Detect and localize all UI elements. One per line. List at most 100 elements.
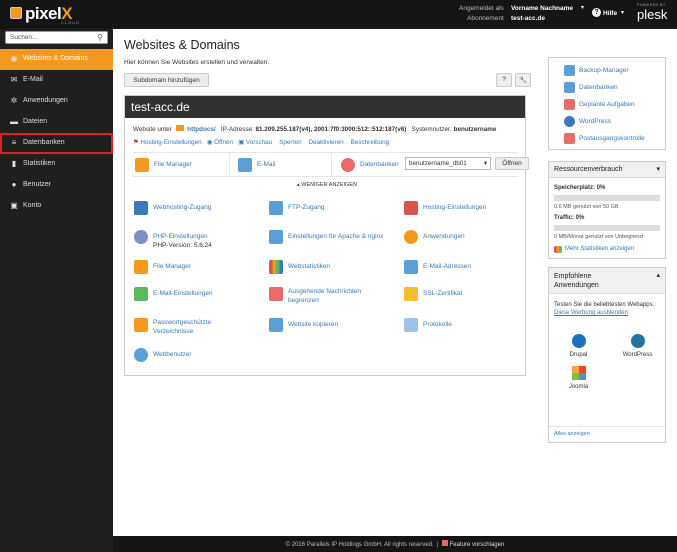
sidebar-item-files[interactable]: ▬ Dateien: [0, 112, 113, 133]
show-all-apps-link[interactable]: Alles anzeigen: [554, 431, 590, 437]
folder-icon: [135, 158, 149, 172]
app-wordpress[interactable]: WordPress: [620, 334, 655, 358]
open-database-button[interactable]: Öffnen: [495, 157, 529, 170]
sidebar-item-label: Websites & Domains: [23, 55, 88, 62]
sysuser-value: benutzername: [453, 126, 497, 133]
sidebar-item-label: Benutzer: [23, 181, 52, 188]
account-icon: ▣: [10, 201, 18, 210]
show-less-label: WENIGER ANZEIGEN: [301, 182, 357, 188]
tool-label: Anwendungen: [423, 233, 465, 240]
globe-icon: ◉: [10, 54, 18, 63]
description-link[interactable]: Beschreibung: [351, 139, 390, 146]
link-scheduled-tasks[interactable]: Geplante Aufgaben: [564, 99, 635, 110]
pixelx-logo[interactable]: pixelX CLOUD: [10, 3, 90, 27]
sidebar-item-email[interactable]: ✉ E-Mail: [0, 70, 113, 91]
apps-description: Testen Sie die beliebtesten Webapps. Die…: [554, 301, 660, 317]
link-outgoing-control[interactable]: Postausgangskontrolle: [564, 133, 645, 144]
help-icon[interactable]: ?: [592, 8, 601, 17]
php-icon: [134, 230, 148, 244]
traffic-label: Traffic: 0%: [554, 215, 585, 221]
sidebar-item-applications[interactable]: ✲ Anwendungen: [0, 91, 113, 112]
recommended-apps-header[interactable]: Empfohlene Anwendungen ▴: [549, 268, 665, 294]
backup-icon: [564, 65, 575, 76]
chevron-down-icon[interactable]: ▾: [581, 4, 584, 11]
divider: [549, 426, 665, 427]
chevron-down-icon[interactable]: ▾: [621, 9, 624, 16]
domain-card: test-acc.de Website unter httpdocs/ IP-A…: [124, 95, 529, 376]
chevron-down-icon: ▾: [656, 166, 660, 173]
suggest-feature-link[interactable]: Feature vorschlagen: [450, 542, 505, 548]
help-button[interactable]: ?: [496, 73, 512, 87]
sidebar-item-websites-domains[interactable]: ◉ Websites & Domains: [0, 49, 113, 70]
resource-usage-header[interactable]: Ressourcenverbrauch ▾: [549, 162, 665, 178]
tool-label: Website kopieren: [288, 321, 339, 328]
app-label: WordPress: [622, 352, 653, 358]
brand-name: pixel: [25, 4, 62, 23]
key-icon: [134, 201, 148, 215]
web-users-icon: [134, 348, 148, 362]
plesk-logo: plesk: [637, 7, 668, 22]
apps-desc-text: Testen Sie die beliebtesten Webapps.: [554, 302, 655, 308]
tool-label: Hosting-Einstellungen: [423, 204, 487, 211]
database-icon: [564, 82, 575, 93]
page-subtitle: Hier können Sie Websites erstellen und v…: [124, 59, 270, 66]
sidebar-item-statistics[interactable]: ▮ Statistiken: [0, 154, 113, 175]
gear-icon: [404, 230, 418, 244]
mail-settings-icon: [134, 287, 148, 301]
preview-link[interactable]: Vorschau: [246, 139, 272, 146]
sidebar: Suchen... ⚲ ◉ Websites & Domains ✉ E-Mai…: [0, 29, 113, 552]
link-backup-manager[interactable]: Backup-Manager: [564, 65, 629, 76]
more-statistics-link[interactable]: Mehr Statistiken anzeigen: [554, 246, 634, 253]
open-link[interactable]: Öffnen: [214, 139, 233, 146]
ip-label: IP-Adresse:: [220, 126, 254, 133]
sidebar-item-databases[interactable]: ≡ Datenbanken: [0, 133, 113, 154]
brand-sub: CLOUD: [61, 20, 81, 25]
copyright-text: © 2016 Parallels IP Holdings GmbH. All r…: [285, 542, 434, 548]
ftp-icon: [269, 201, 283, 215]
hosting-settings-icon: ⚑: [133, 139, 139, 146]
mail-icon: [238, 158, 252, 172]
tool-label: E-Mail-Einstellungen: [153, 290, 213, 297]
search-input[interactable]: Suchen... ⚲: [5, 31, 108, 44]
link-wordpress[interactable]: WordPress: [564, 116, 611, 127]
sidebar-item-label: Dateien: [23, 118, 48, 125]
tool-label: Webstatistiken: [288, 263, 331, 270]
sidebar-item-account[interactable]: ▣ Konto: [0, 196, 113, 217]
outgoing-mail-icon: [269, 287, 283, 301]
add-subdomain-button[interactable]: Subdomain hinzufügen: [124, 73, 209, 87]
hide-ad-link[interactable]: Diese Werbung ausblenden: [554, 310, 628, 316]
tool-label: Webhosting-Zugang: [153, 204, 212, 211]
resource-usage-panel: Ressourcenverbrauch ▾ Speicherplatz: 0% 0…: [548, 161, 666, 259]
divider: [331, 153, 332, 176]
disable-link[interactable]: Deaktivieren: [309, 139, 344, 146]
link-databases[interactable]: Datenbanken: [564, 82, 618, 93]
mail-icon: [404, 260, 418, 274]
subscription-value[interactable]: test-acc.de: [511, 15, 545, 22]
tool-label: SSL-Zertifikat: [423, 290, 463, 297]
database-select[interactable]: benutzername_db01 ▾: [405, 157, 491, 170]
app-drupal[interactable]: Drupal: [566, 334, 591, 358]
help-menu[interactable]: Hilfe: [603, 10, 617, 17]
disk-usage-bar: [554, 195, 660, 201]
user-menu[interactable]: Vorname Nachname: [511, 5, 573, 12]
app-joomla[interactable]: Joomla: [566, 366, 591, 390]
sidebar-item-users[interactable]: ● Benutzer: [0, 175, 113, 196]
quick-email-label: E-Mail: [257, 161, 276, 168]
hosting-settings-link[interactable]: Hosting-Einstellungen: [140, 139, 201, 146]
domain-actions: ⚑ Hosting-Einstellungen ◉ Öffnen ▣ Vorsc…: [133, 139, 389, 146]
traffic-detail: 0 MB/Monat genutzt von Unbegrenzt: [554, 234, 644, 240]
domain-name[interactable]: test-acc.de: [125, 96, 525, 118]
wrench-icon[interactable]: 🔧: [515, 73, 531, 87]
show-less-toggle[interactable]: ▴ WENIGER ANZEIGEN: [297, 182, 357, 188]
search-icon[interactable]: ⚲: [97, 33, 103, 42]
quick-access-bar: File Manager E-Mail Datenbanken benutzer…: [133, 152, 529, 177]
sidebar-item-label: Datenbanken: [23, 139, 65, 146]
wordpress-icon: [630, 334, 645, 348]
quick-databases-label: Datenbanken: [360, 161, 399, 168]
suspend-link[interactable]: Sperren: [279, 139, 301, 146]
docroot-link[interactable]: httpdocs/: [187, 126, 215, 133]
preview-icon: ▣: [238, 139, 245, 146]
joomla-icon: [571, 366, 586, 380]
database-icon: ≡: [11, 138, 17, 147]
gear-icon: ✲: [10, 96, 18, 105]
